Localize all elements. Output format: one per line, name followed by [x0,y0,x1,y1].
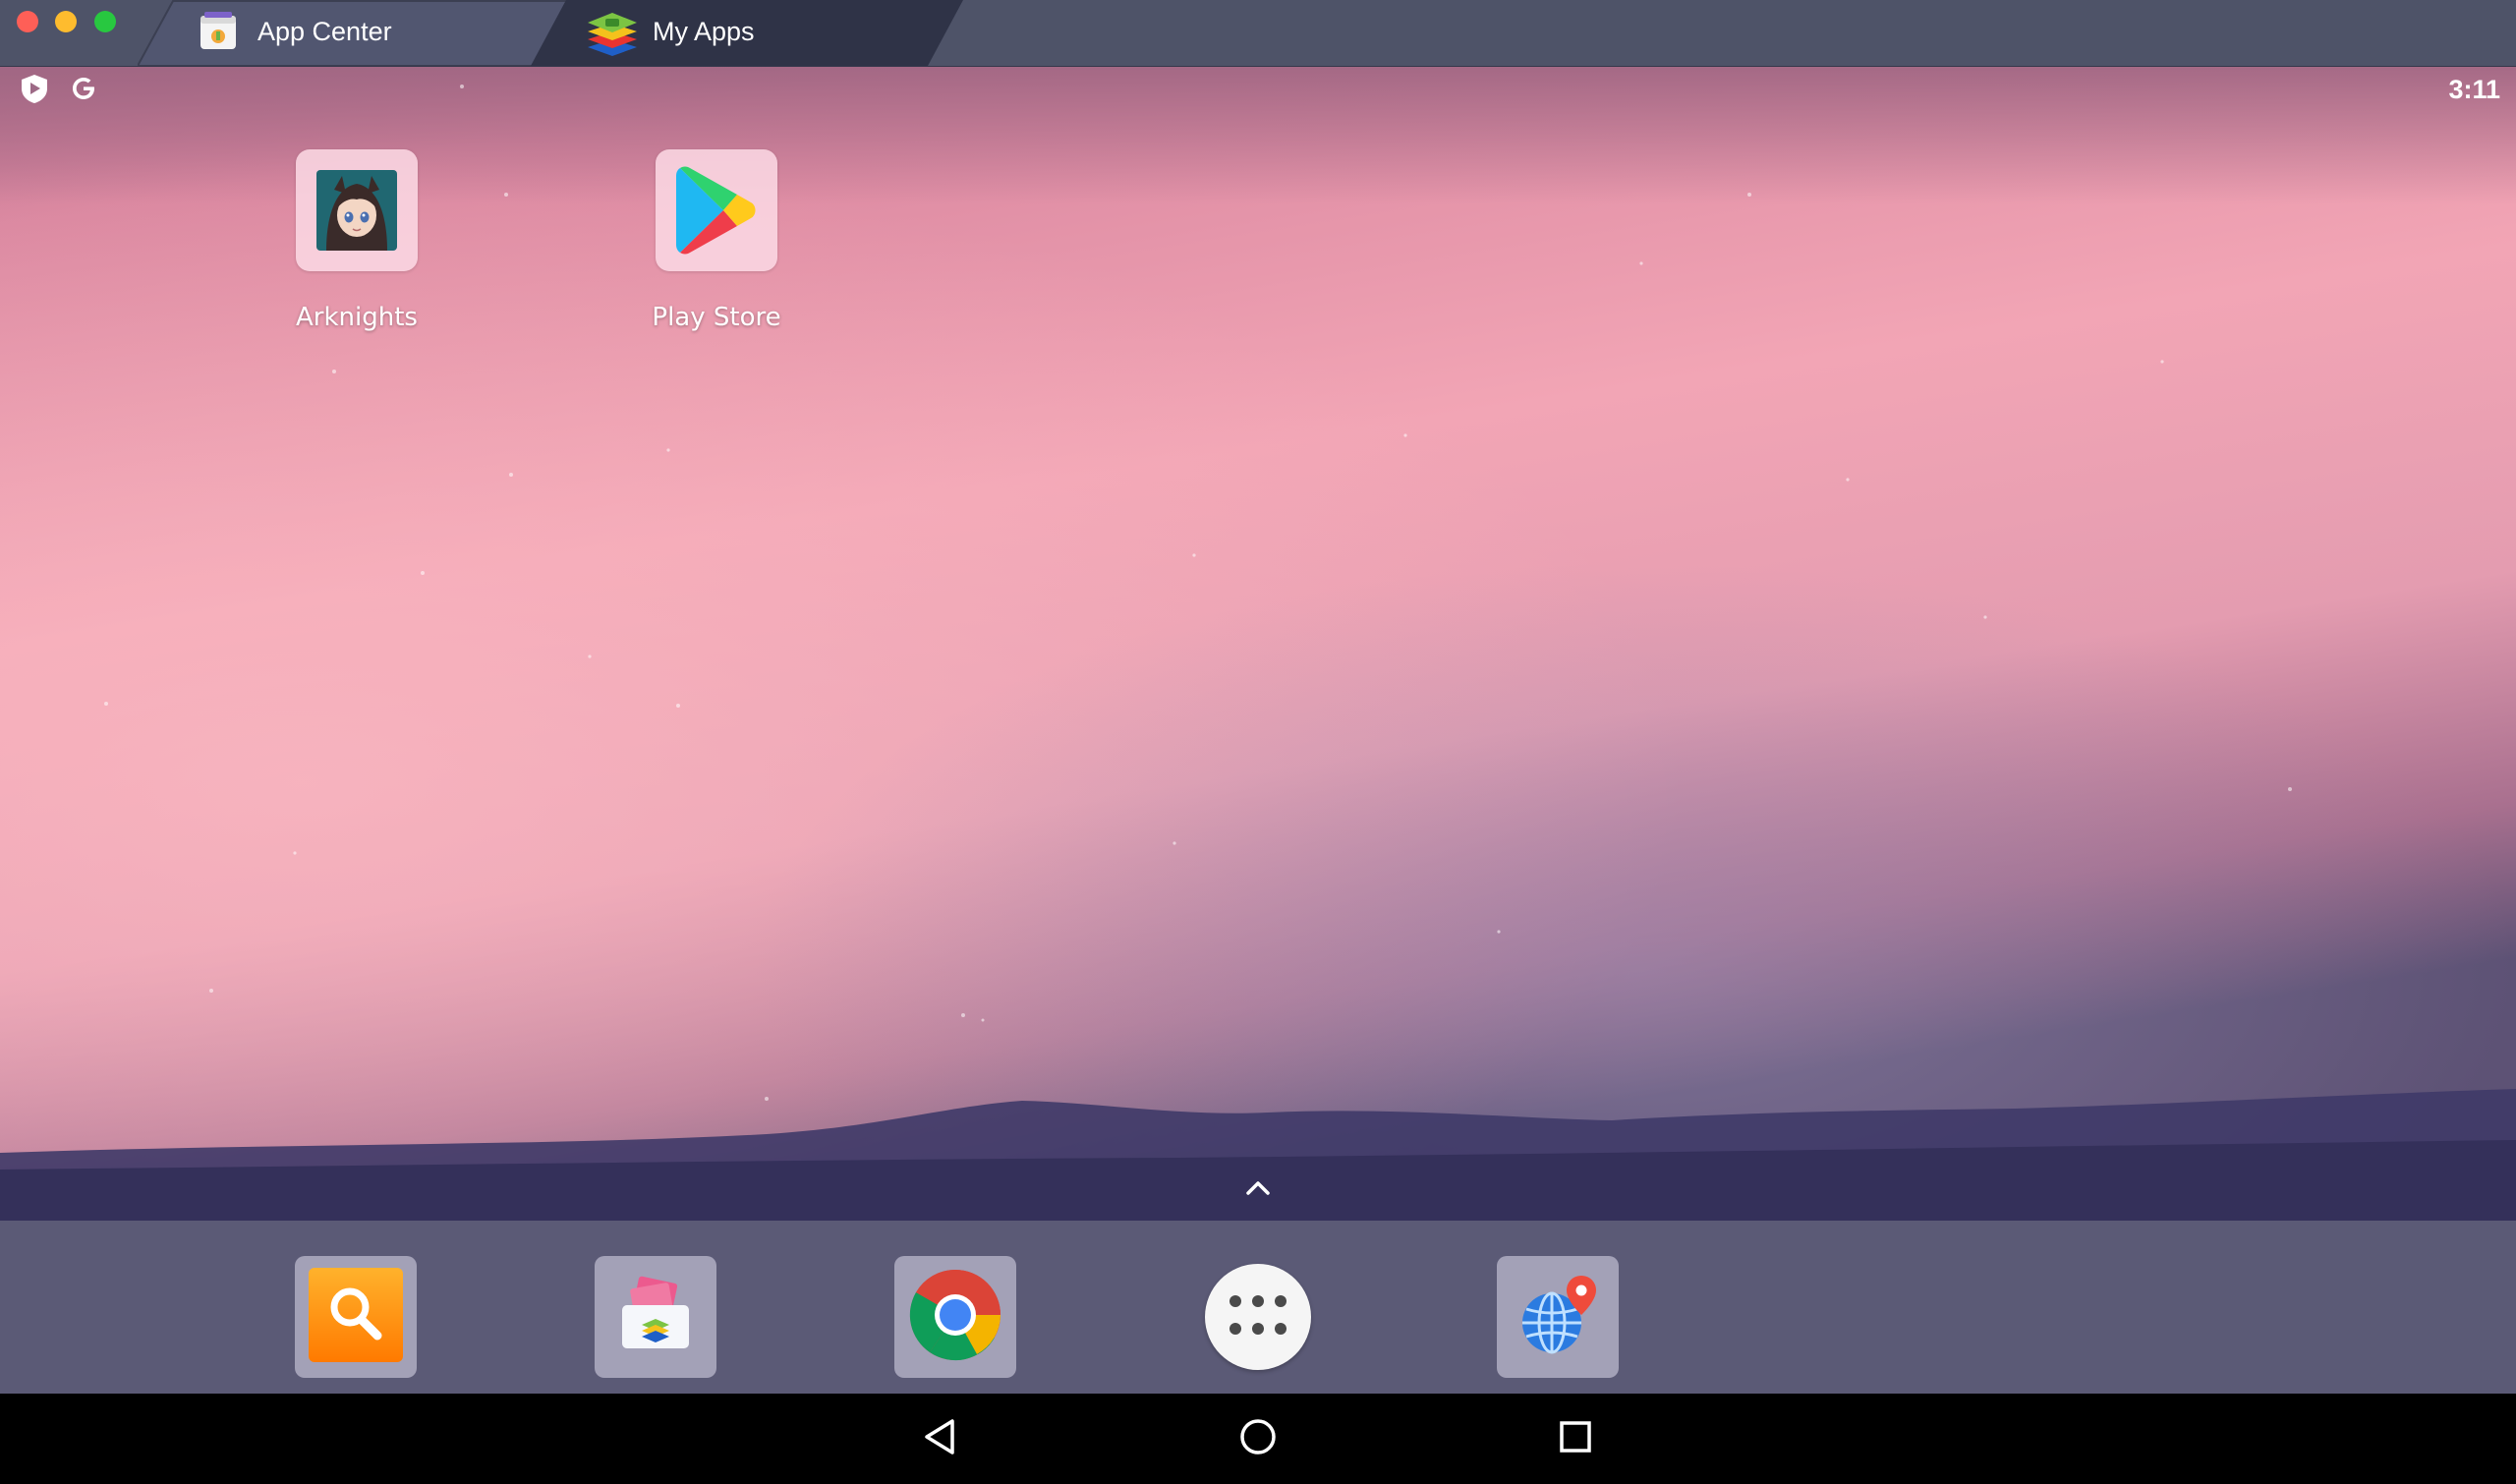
app-play-store[interactable]: Play Store [599,149,834,332]
dock [0,1221,2516,1394]
status-time: 3:11 [2448,75,2500,104]
back-button[interactable] [913,1411,968,1466]
home-icon [1238,1417,1278,1461]
recents-icon [1556,1417,1595,1461]
window-titlebar: App Center My Apps [0,0,2516,67]
app-label: Arknights [296,303,418,332]
status-bar-left [20,73,98,109]
tab-label: My Apps [653,17,755,46]
window-close-button[interactable] [17,11,38,32]
app-center-icon [197,10,240,53]
app-arknights[interactable]: Arknights [239,149,475,332]
dock-globe-location-button[interactable] [1497,1256,1619,1378]
play-store-icon [656,149,777,271]
tab-app-center[interactable]: App Center [138,0,570,66]
search-icon [309,1267,403,1367]
media-manager-icon [614,1274,697,1361]
back-icon [921,1417,960,1461]
dock-media-manager-button[interactable] [595,1256,716,1378]
android-home-screen: 3:11 Arknights Play Store [0,67,2516,1221]
dock-chrome-button[interactable] [894,1256,1016,1378]
window-maximize-button[interactable] [94,11,116,32]
window-minimize-button[interactable] [55,11,77,32]
dock-search-button[interactable] [295,1256,417,1378]
tab-label: App Center [257,17,392,46]
arknights-icon [296,149,418,271]
chevron-up-icon[interactable] [1242,1175,1274,1199]
google-g-icon [69,74,98,108]
app-label: Play Store [652,303,781,332]
all-apps-button[interactable] [1205,1264,1311,1370]
android-navigation-bar [0,1394,2516,1484]
shield-play-icon [20,73,49,109]
home-button[interactable] [1230,1411,1286,1466]
recents-button[interactable] [1548,1411,1603,1466]
tab-my-apps[interactable]: My Apps [531,0,963,66]
chrome-icon [908,1268,1002,1367]
my-apps-icon [586,10,637,56]
all-apps-icon [1228,1293,1288,1341]
globe-location-icon [1515,1272,1601,1363]
